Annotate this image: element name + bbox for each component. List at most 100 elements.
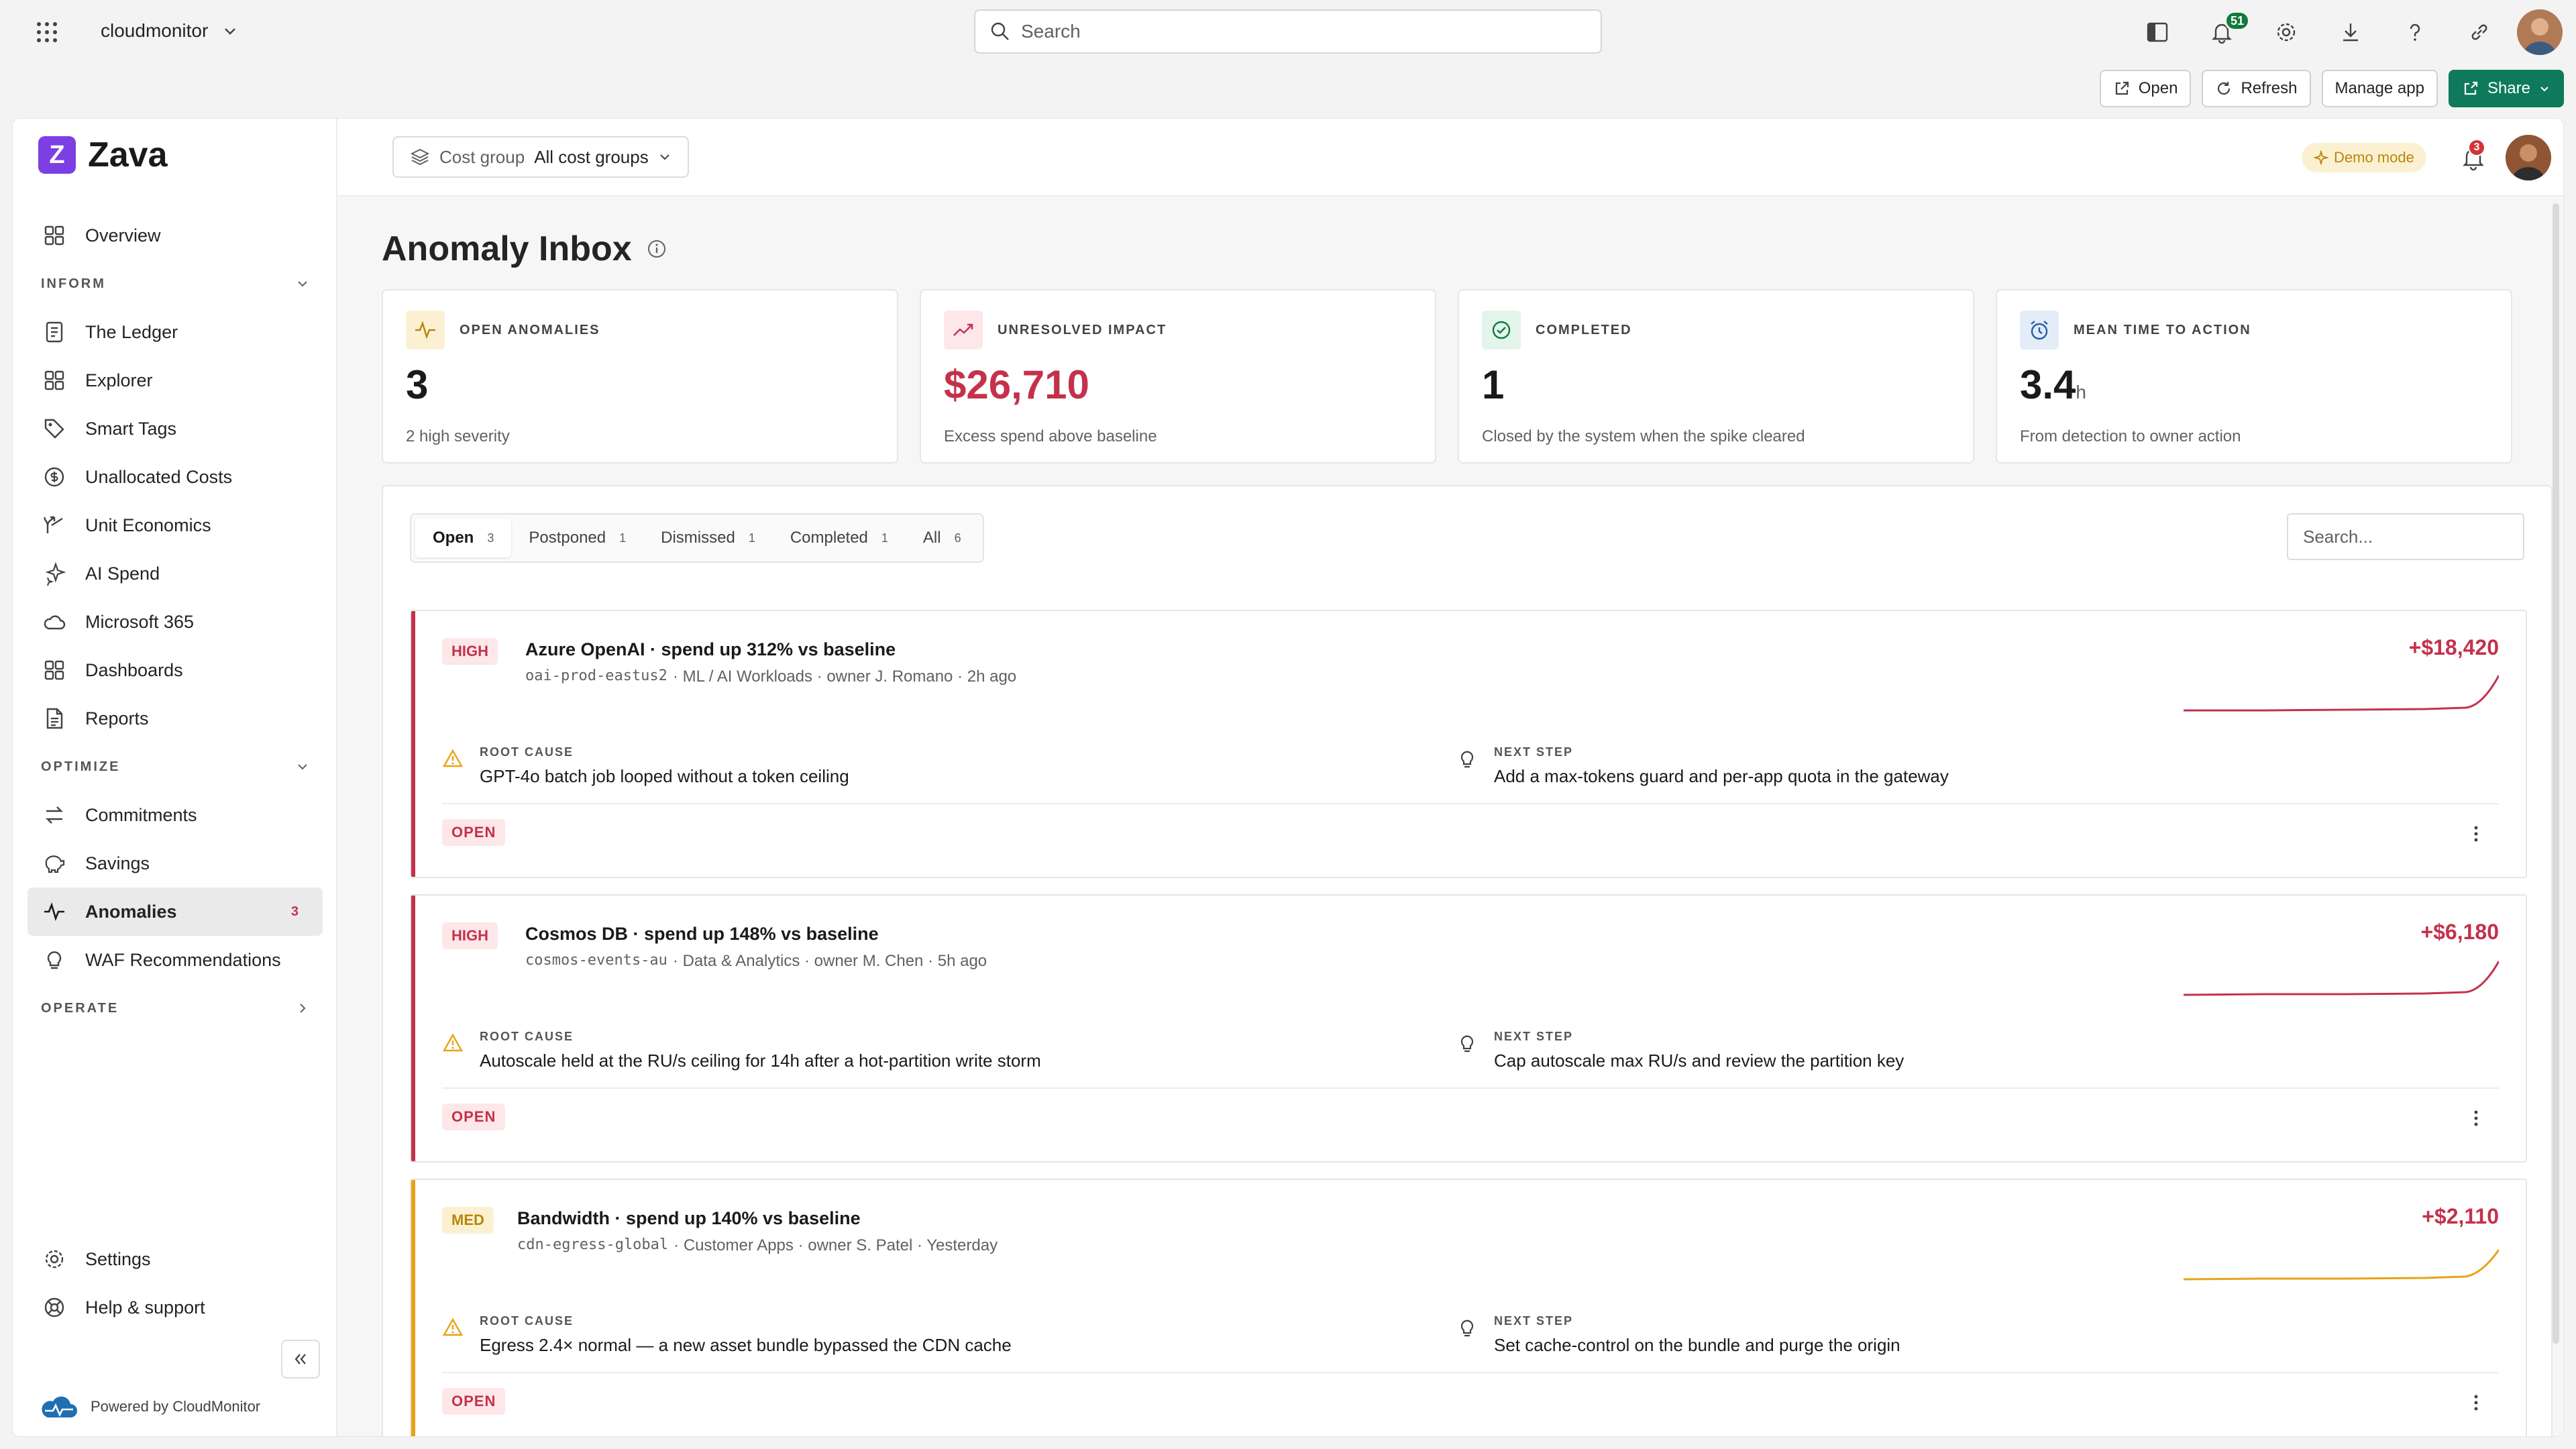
section-operate[interactable]: OPERATE	[28, 984, 323, 1032]
page-title-text: Anomaly Inbox	[382, 229, 632, 268]
manage-app-button[interactable]: Manage app	[2321, 70, 2438, 107]
settings-gear-icon[interactable]	[2254, 0, 2318, 64]
root-cause-label: ROOT CAUSE	[480, 1030, 574, 1043]
app-switcher[interactable]: cloudmonitor	[101, 20, 237, 42]
app-frame: Z Zava Overview INFORM The Ledger Explor…	[12, 118, 2564, 1437]
sidebar-item-explorer[interactable]: Explorer	[28, 356, 323, 405]
anomaly-search-input[interactable]: Search...	[2287, 513, 2524, 560]
tab-label: Completed	[790, 529, 868, 547]
more-options-icon[interactable]	[2467, 824, 2485, 843]
next-step-label: NEXT STEP	[1494, 1030, 1574, 1043]
tab-dismissed[interactable]: Dismissed 1	[643, 519, 773, 557]
status-badge: OPEN	[442, 1104, 506, 1130]
sidebar-item-unallocated-costs[interactable]: Unallocated Costs	[28, 453, 323, 501]
spend-sparkline	[2184, 961, 2499, 996]
logo-mark: Z	[38, 136, 76, 174]
global-search-input[interactable]: Search	[974, 9, 1602, 54]
anomaly-card[interactable]: HIGH Azure OpenAI · spend up 312% vs bas…	[410, 610, 2527, 878]
sidebar: Z Zava Overview INFORM The Ledger Explor…	[13, 119, 337, 1436]
sidebar-item-settings[interactable]: Settings	[28, 1235, 323, 1283]
sidebar-item-dashboards[interactable]: Dashboards	[28, 646, 323, 694]
sidebar-item-unit-economics[interactable]: Unit Economics	[28, 501, 323, 549]
sidebar-item-commitments[interactable]: Commitments	[28, 791, 323, 839]
refresh-label: Refresh	[2241, 79, 2298, 97]
collapse-sidebar-button[interactable]	[281, 1340, 320, 1379]
sidebar-item-ai-spend[interactable]: AI Spend	[28, 549, 323, 598]
panel-toggle-icon[interactable]	[2125, 0, 2190, 64]
status-badge: OPEN	[442, 1388, 506, 1415]
refresh-icon	[2215, 80, 2233, 97]
anomaly-card[interactable]: MED Bandwidth · spend up 140% vs baselin…	[410, 1179, 2527, 1436]
root-cause: ROOT CAUSE GPT-4o batch job looped withou…	[442, 745, 849, 787]
sidebar-item-label: Help & support	[85, 1297, 205, 1318]
tab-count: 3	[487, 531, 494, 545]
sidebar-item-help[interactable]: Help & support	[28, 1283, 323, 1332]
chevron-down-icon	[223, 23, 237, 38]
sidebar-item-label: Savings	[85, 853, 150, 873]
brand-logo[interactable]: Z Zava	[38, 135, 168, 175]
app-launcher-icon[interactable]	[35, 20, 59, 44]
sidebar-item-ledger[interactable]: The Ledger	[28, 308, 323, 356]
ledger-icon	[42, 320, 66, 344]
tab-count: 1	[881, 531, 888, 545]
tag-icon	[42, 417, 66, 441]
tab-all[interactable]: All 6	[906, 519, 979, 557]
user-avatar[interactable]	[2512, 0, 2576, 64]
arrows-swap-icon	[42, 803, 66, 827]
card-divider	[442, 803, 2499, 804]
help-icon[interactable]	[2383, 0, 2447, 64]
tab-open[interactable]: Open 3	[415, 519, 512, 557]
tab-count: 1	[619, 531, 627, 545]
lightbulb-icon	[1456, 748, 1478, 769]
notifications-button[interactable]: 51	[2190, 0, 2254, 64]
alarm-clock-icon	[2020, 311, 2059, 350]
scrollbar[interactable]	[2553, 203, 2559, 1344]
grid-icon	[42, 223, 66, 248]
impact-amount: +$18,420	[2408, 635, 2499, 659]
report-icon	[42, 706, 66, 731]
kpi-label: UNRESOLVED IMPACT	[998, 323, 1167, 337]
kpi-value-number: $26,710	[944, 362, 1089, 407]
command-bar: Open Refresh Manage app Share	[2099, 70, 2564, 107]
info-icon[interactable]	[647, 239, 667, 259]
sidebar-item-label: Dashboards	[85, 659, 183, 680]
root-cause: ROOT CAUSE Egress 2.4× normal — a new ass…	[442, 1314, 1012, 1356]
more-options-icon[interactable]	[2467, 1393, 2485, 1412]
status-tabs: Open 3 Postponed 1 Dismissed 1 Completed 1 A…	[410, 513, 984, 563]
anomaly-card[interactable]: HIGH Cosmos DB · spend up 148% vs baseli…	[410, 894, 2527, 1163]
root-cause-label: ROOT CAUSE	[480, 1314, 574, 1328]
feedback-link-icon[interactable]	[2447, 0, 2512, 64]
kpi-value-number: 1	[1482, 362, 1505, 407]
tab-postponed[interactable]: Postponed 1	[511, 519, 643, 557]
sidebar-item-label: WAF Recommendations	[85, 949, 281, 970]
powered-by: Powered by CloudMonitor	[40, 1393, 260, 1420]
sidebar-item-microsoft-365[interactable]: Microsoft 365	[28, 598, 323, 646]
refresh-button[interactable]: Refresh	[2202, 70, 2311, 107]
card-divider	[442, 1372, 2499, 1373]
open-button[interactable]: Open	[2099, 70, 2192, 107]
kpi-subtext: From detection to owner action	[2020, 427, 2241, 445]
sidebar-item-savings[interactable]: Savings	[28, 839, 323, 888]
cloud-icon	[42, 610, 66, 634]
sidebar-item-smart-tags[interactable]: Smart Tags	[28, 405, 323, 453]
sidebar-item-overview[interactable]: Overview	[28, 211, 323, 260]
sidebar-item-reports[interactable]: Reports	[28, 694, 323, 743]
sidebar-item-waf-recommendations[interactable]: WAF Recommendations	[28, 936, 323, 984]
next-step: NEXT STEP Set cache-control on the bundle…	[1456, 1314, 1900, 1356]
section-inform[interactable]: INFORM	[28, 260, 323, 308]
cloudmonitor-logo-icon	[40, 1393, 78, 1420]
meta-text: · Customer Apps · owner S. Patel · Yeste…	[674, 1236, 998, 1254]
more-options-icon[interactable]	[2467, 1109, 2485, 1128]
anomaly-meta: cosmos-events-au · Data & Analytics · own…	[525, 952, 987, 971]
download-icon[interactable]	[2318, 0, 2383, 64]
anomaly-title: Cosmos DB · spend up 148% vs baseline	[525, 924, 879, 944]
sidebar-item-anomalies[interactable]: Anomalies 3	[28, 888, 323, 936]
tab-completed[interactable]: Completed 1	[773, 519, 906, 557]
severity-badge: MED	[442, 1207, 494, 1234]
app-user-avatar[interactable]	[2506, 135, 2551, 180]
share-button[interactable]: Share	[2448, 70, 2564, 107]
section-optimize[interactable]: OPTIMIZE	[28, 743, 323, 791]
demo-mode-badge[interactable]: Demo mode	[2302, 143, 2426, 172]
cost-group-selector[interactable]: Cost group All cost groups	[392, 136, 689, 178]
resource-id: cosmos-events-au	[525, 952, 667, 969]
